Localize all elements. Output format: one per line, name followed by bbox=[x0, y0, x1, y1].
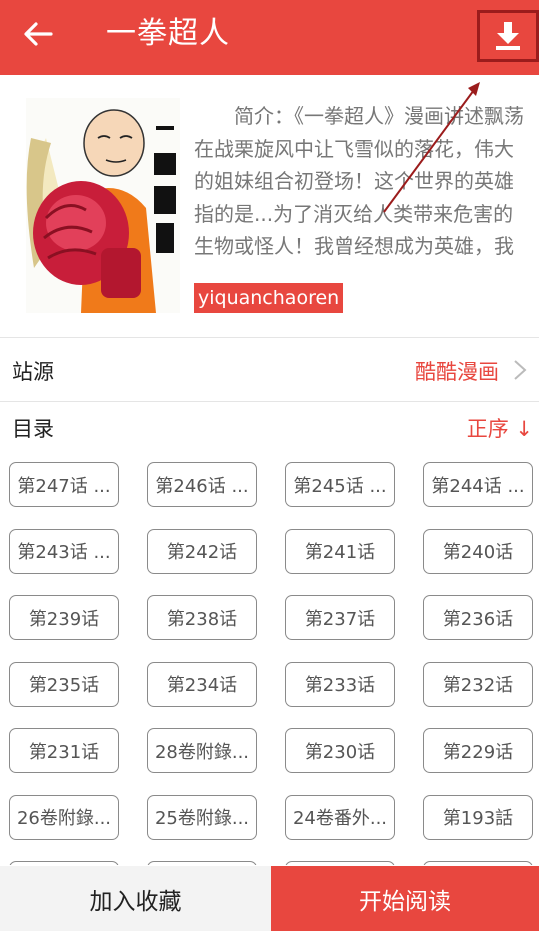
chapter-button[interactable]: 第237话 bbox=[285, 595, 395, 640]
chevron-right-icon[interactable] bbox=[513, 359, 527, 381]
chapter-button[interactable]: 24卷番外... bbox=[285, 794, 395, 840]
chapter-button[interactable]: 第231话 bbox=[9, 728, 119, 773]
comic-description: 简介：《一拳超人》漫画讲述飘荡在战栗旋风中让飞雪似的落花，伟大的姐妹组合初登场！… bbox=[194, 104, 524, 258]
chapter-button[interactable]: 第245话 ... bbox=[285, 462, 395, 507]
divider bbox=[0, 401, 539, 402]
chapter-button[interactable]: 第234话 bbox=[147, 661, 257, 707]
chapter-button[interactable]: 第240话 bbox=[423, 528, 533, 574]
chapter-button[interactable]: 第193話 bbox=[423, 794, 533, 840]
source-value[interactable]: 酷酷漫画 bbox=[415, 356, 499, 386]
catalog-label: 目录 bbox=[12, 417, 54, 441]
back-arrow-icon bbox=[24, 22, 53, 46]
chapter-button[interactable]: 第241话 bbox=[285, 528, 395, 574]
chapter-button[interactable]: 第229话 bbox=[423, 728, 533, 773]
divider bbox=[0, 337, 539, 338]
chapter-button[interactable] bbox=[285, 861, 395, 865]
app-header: 一拳超人 bbox=[0, 0, 539, 75]
chapter-button[interactable] bbox=[9, 861, 119, 865]
download-icon bbox=[496, 22, 520, 50]
chapter-button[interactable]: 第235话 bbox=[9, 661, 119, 707]
chapter-grid: 第247话 ... 第246话 ... 第245话 ... 第244话 ... 第243… bbox=[0, 462, 539, 865]
start-reading-button[interactable]: 开始阅读 bbox=[271, 866, 539, 931]
page-title: 一拳超人 bbox=[106, 16, 230, 51]
chapter-button[interactable]: 第244话 ... bbox=[423, 462, 533, 507]
source-label: 站源 bbox=[12, 360, 54, 384]
comic-pinyin-tag: yiquanchaoren bbox=[194, 283, 344, 313]
chapter-button[interactable]: 第236话 bbox=[423, 595, 533, 640]
chapter-button[interactable]: 第246话 ... bbox=[147, 462, 257, 507]
chapter-button[interactable]: 第243话 ... bbox=[9, 528, 119, 574]
chapter-button[interactable]: 第238话 bbox=[147, 595, 257, 640]
back-button[interactable] bbox=[16, 16, 60, 52]
add-favorite-button[interactable]: 加入收藏 bbox=[0, 866, 271, 931]
chapter-button[interactable]: 第230话 bbox=[285, 728, 395, 773]
chapter-button[interactable] bbox=[423, 861, 533, 865]
comic-cover-image[interactable] bbox=[26, 98, 180, 313]
comic-info: 简介：《一拳超人》漫画讲述飘荡在战栗旋风中让飞雪似的落花，伟大的姐妹组合初登场！… bbox=[0, 75, 539, 337]
sort-order-toggle[interactable]: 正序 ↓ bbox=[467, 413, 533, 443]
chapter-button[interactable]: 28卷附錄... bbox=[147, 728, 257, 773]
chapter-button[interactable]: 第239话 bbox=[9, 595, 119, 640]
chapter-button[interactable]: 第247话 ... bbox=[9, 462, 119, 507]
chapter-button[interactable]: 第242话 bbox=[147, 528, 257, 574]
chapter-button[interactable] bbox=[147, 861, 257, 865]
chapter-button[interactable]: 第233话 bbox=[285, 661, 395, 707]
download-button[interactable] bbox=[477, 10, 539, 62]
chapter-button[interactable]: 第232话 bbox=[423, 661, 533, 707]
chapter-button[interactable]: 25卷附錄... bbox=[147, 794, 257, 840]
chapter-button[interactable]: 26卷附錄... bbox=[9, 794, 119, 840]
bottom-action-bar: 加入收藏 开始阅读 bbox=[0, 866, 539, 931]
